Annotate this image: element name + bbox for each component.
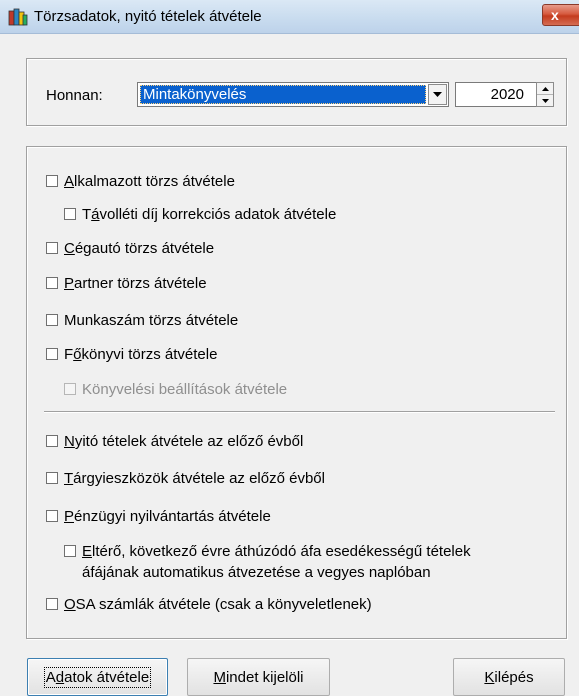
separator [44,411,555,413]
chevron-down-icon [433,91,442,97]
checkbox-box[interactable] [46,435,58,447]
year-spinner[interactable] [536,82,554,107]
checkbox-box[interactable] [64,208,76,220]
source-label: Honnan: [46,87,103,104]
checkbox-box[interactable] [46,314,58,326]
checkbox-penzugyi[interactable]: Pénzügyi nyilvántartás átvétele [46,508,271,525]
checkbox-box[interactable] [46,598,58,610]
window-title: Törzsadatok, nyitó tételek átvétele [34,8,262,25]
checkbox-fokonyvi[interactable]: Főkönyvi törzs átvétele [46,346,217,363]
spin-up-button[interactable] [537,83,553,95]
checkbox-tavolleti[interactable]: Távolléti díj korrekciós adatok átvétele [64,206,336,223]
checkbox-eltero-line2: áfájának automatikus átvezetése a vegyes… [82,564,431,581]
checkbox-partner[interactable]: Partner törzs átvétele [46,275,207,292]
checkbox-nyito[interactable]: Nyitó tételek átvétele az előző évből [46,433,303,450]
year-field[interactable]: 2020 [455,82,537,107]
checkbox-targyi[interactable]: Tárgyieszközök átvétele az előző évből [46,470,325,487]
adatok-atvetele-button[interactable]: Adatok átvétele [27,658,168,696]
checkbox-box[interactable] [46,175,58,187]
checkbox-alkalmazott[interactable]: Alkalmazott törzs átvétele [46,173,235,190]
source-select-value: Mintakönyvelés [140,85,426,104]
checkbox-eltero[interactable]: Eltérő, következő évre áthúzódó áfa esed… [64,543,471,560]
checkbox-osa[interactable]: OSA számlák átvétele (csak a könyveletle… [46,596,372,613]
close-button[interactable]: x [542,4,579,26]
triangle-up-icon [541,86,549,91]
checkbox-box [64,383,76,395]
checkbox-konyvelesi-disabled: Könyvelési beállítások átvétele [64,381,287,398]
spin-down-button[interactable] [537,95,553,106]
triangle-down-icon [541,98,549,103]
books-icon [8,8,28,26]
checkbox-cegauto[interactable]: Cégautó törzs átvétele [46,240,214,257]
checkbox-box[interactable] [46,242,58,254]
checkbox-box[interactable] [46,348,58,360]
source-select[interactable]: Mintakönyvelés [137,82,449,107]
checkbox-box[interactable] [46,472,58,484]
close-icon: x [551,7,559,23]
checkbox-box[interactable] [64,545,76,557]
checkbox-munkaszam[interactable]: Munkaszám törzs átvétele [46,312,238,329]
mindet-kijeloli-button[interactable]: Mindet kijelöli [187,658,330,696]
combo-dropdown-button[interactable] [428,84,447,105]
year-value: 2020 [490,86,524,103]
title-bar: Törzsadatok, nyitó tételek átvétele x [0,0,579,34]
checkbox-box[interactable] [46,277,58,289]
checkbox-box[interactable] [46,510,58,522]
kilepes-button[interactable]: Kilépés [453,658,565,696]
